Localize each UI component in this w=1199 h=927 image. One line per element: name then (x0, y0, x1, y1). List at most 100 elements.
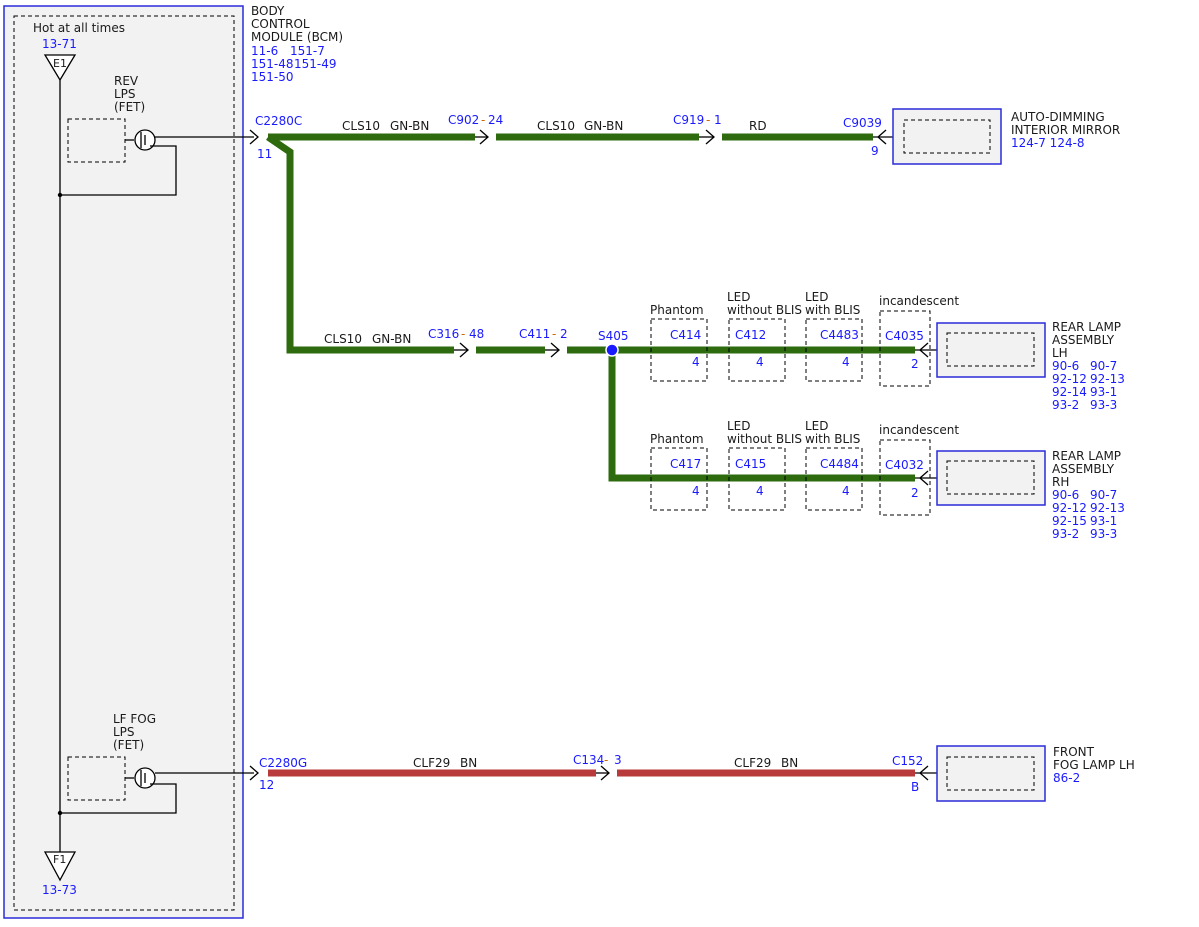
c411-pin: 2 (560, 327, 568, 341)
s405-label[interactable]: S405 (598, 329, 629, 343)
rear-lamp-rh-box[interactable] (936, 450, 1046, 506)
rh-option-incandescent-pin: 2 (911, 486, 919, 500)
lh-option-led-no-blis-desc-1: LED (727, 290, 751, 304)
lh-option-led-blis-desc-1: LED (805, 290, 829, 304)
bcm-module-box[interactable] (3, 5, 244, 919)
lf-fet-transistor-icon (134, 767, 156, 789)
c2280c-label[interactable]: C2280C (255, 114, 302, 128)
lh-option-phantom-connector[interactable]: C414 (670, 328, 701, 342)
lh-option-led-no-blis-desc-2: without BLIS (727, 303, 802, 317)
lh-option-led-no-blis-connector[interactable]: C412 (735, 328, 766, 342)
rh-option-led-blis-desc-2: with BLIS (805, 432, 860, 446)
rear-lamp-lh-ref-3[interactable]: 92-12 (1052, 372, 1087, 386)
c902-connector-arrow-icon (475, 129, 489, 145)
rear-lamp-rh-ref-6[interactable]: 93-1 (1090, 514, 1117, 528)
lf-fet-label-2: LPS (113, 725, 135, 739)
bcm-ref-3[interactable]: 151-48 (251, 57, 294, 71)
lh-lamp-arrow-icon (915, 342, 937, 358)
bcm-e1-ref[interactable]: 13-71 (42, 37, 77, 51)
lh-option-incandescent-connector[interactable]: C4035 (885, 329, 924, 343)
rear-lamp-lh-ref-2[interactable]: 90-7 (1090, 359, 1117, 373)
rear-lamp-lh-title-1: REAR LAMP (1052, 320, 1121, 334)
mirror-title-1: AUTO-DIMMING (1011, 110, 1105, 124)
wire-clf29-seg2-circuit: CLF29 (734, 756, 771, 770)
rh-option-led-blis-connector[interactable]: C4484 (820, 457, 859, 471)
bcm-f1-ref[interactable]: 13-73 (42, 883, 77, 897)
mirror-module-box[interactable] (892, 108, 1002, 165)
rear-lamp-rh-ref-8[interactable]: 93-3 (1090, 527, 1117, 541)
rev-fet-label-1: REV (114, 74, 139, 88)
c919-connector-arrow-icon (699, 129, 715, 145)
wire-cls10-seg1-circuit: CLS10 (342, 119, 380, 133)
rh-option-incandescent-desc: incandescent (879, 423, 959, 437)
rear-lamp-rh-ref-1[interactable]: 90-6 (1052, 488, 1079, 502)
c134-connector-arrow-icon (596, 765, 610, 781)
rear-lamp-rh-ref-2[interactable]: 90-7 (1090, 488, 1117, 502)
rh-option-led-no-blis-pin: 4 (756, 484, 764, 498)
rh-option-led-no-blis-desc-1: LED (727, 419, 751, 433)
c9039-label[interactable]: C9039 (843, 116, 882, 130)
bcm-title-1: BODY (251, 4, 285, 18)
fog-lamp-lh-box[interactable] (936, 745, 1046, 802)
rear-lamp-rh-ref-4[interactable]: 92-13 (1090, 501, 1125, 515)
wire-cls10-mid-circuit: CLS10 (324, 332, 362, 346)
rear-lamp-lh-ref-5[interactable]: 92-14 (1052, 385, 1087, 399)
wire-cls10-seg2-color: GN-BN (584, 119, 623, 133)
bcm-ref-5[interactable]: 151-50 (251, 70, 294, 84)
c316-connector-arrow-icon (454, 342, 469, 358)
rear-lamp-lh-ref-8[interactable]: 93-3 (1090, 398, 1117, 412)
c134-label[interactable]: C134 (573, 753, 604, 767)
rear-lamp-lh-ref-1[interactable]: 90-6 (1052, 359, 1079, 373)
lf-fet-label-1: LF FOG (113, 712, 156, 726)
lh-option-led-blis: LED with BLIS C4483 4 (805, 290, 863, 382)
rh-lamp-arrow-icon (915, 470, 937, 486)
rear-lamp-rh-ref-7[interactable]: 93-2 (1052, 527, 1079, 541)
c134-pin: 3 (614, 753, 622, 767)
c152-label[interactable]: C152 (892, 754, 923, 768)
lh-option-led-no-blis: LED without BLIS C412 4 (727, 290, 802, 382)
bcm-ref-4[interactable]: 151-49 (294, 57, 337, 71)
bcm-ref-2[interactable]: 151-7 (290, 44, 325, 58)
rear-lamp-lh-ref-7[interactable]: 93-2 (1052, 398, 1079, 412)
c902-dash: - (481, 113, 485, 127)
wire-clf29-seg1-circuit: CLF29 (413, 756, 450, 770)
mirror-refs[interactable]: 124-7 124-8 (1011, 136, 1085, 150)
f1-label: F1 (53, 853, 66, 866)
rev-fet-label-3: (FET) (114, 100, 145, 114)
wire-clf29-seg1-color: BN (460, 756, 477, 770)
rear-lamp-lh-box[interactable] (936, 322, 1046, 378)
c9039-arrow-icon (873, 129, 893, 145)
wire-clf29-seg2-color: BN (781, 756, 798, 770)
s405-splice-icon[interactable] (605, 343, 619, 357)
rear-lamp-rh-ref-3[interactable]: 92-12 (1052, 501, 1087, 515)
lf-fet-label-3: (FET) (113, 738, 144, 752)
c316-dash: - (461, 327, 465, 341)
rear-lamp-lh-ref-4[interactable]: 92-13 (1090, 372, 1125, 386)
rh-option-phantom-connector[interactable]: C417 (670, 457, 701, 471)
c2280g-label[interactable]: C2280G (259, 756, 307, 770)
rear-lamp-lh-ref-6[interactable]: 93-1 (1090, 385, 1117, 399)
rh-option-led-blis-desc-1: LED (805, 419, 829, 433)
c411-label[interactable]: C411 (519, 327, 550, 341)
rh-option-incandescent-connector[interactable]: C4032 (885, 458, 924, 472)
rh-option-led-no-blis-connector[interactable]: C415 (735, 457, 766, 471)
rh-option-phantom-pin: 4 (692, 484, 700, 498)
lh-option-led-no-blis-pin: 4 (756, 355, 764, 369)
rear-lamp-lh-title-2: ASSEMBLY (1052, 333, 1115, 347)
rh-option-phantom-desc: Phantom (650, 432, 704, 446)
c919-label[interactable]: C919 (673, 113, 704, 127)
c902-label[interactable]: C902 (448, 113, 479, 127)
fog-lamp-lh-ref[interactable]: 86-2 (1053, 771, 1080, 785)
c316-label[interactable]: C316 (428, 327, 459, 341)
wire-cls10-down-leg[interactable] (266, 134, 454, 354)
rear-lamp-rh-ref-5[interactable]: 92-15 (1052, 514, 1087, 528)
rh-option-phantom: Phantom C417 4 (650, 432, 708, 511)
lh-option-led-blis-connector[interactable]: C4483 (820, 328, 859, 342)
bcm-ref-1[interactable]: 11-6 (251, 44, 278, 58)
rh-option-led-no-blis: LED without BLIS C415 4 (727, 419, 802, 511)
wire-cls10-seg2-circuit: CLS10 (537, 119, 575, 133)
fog-lamp-lh-title-2: FOG LAMP LH (1053, 758, 1135, 772)
c152-arrow-icon (915, 765, 937, 781)
rev-fet-transistor-icon (134, 129, 156, 151)
e1-label: E1 (53, 57, 67, 70)
